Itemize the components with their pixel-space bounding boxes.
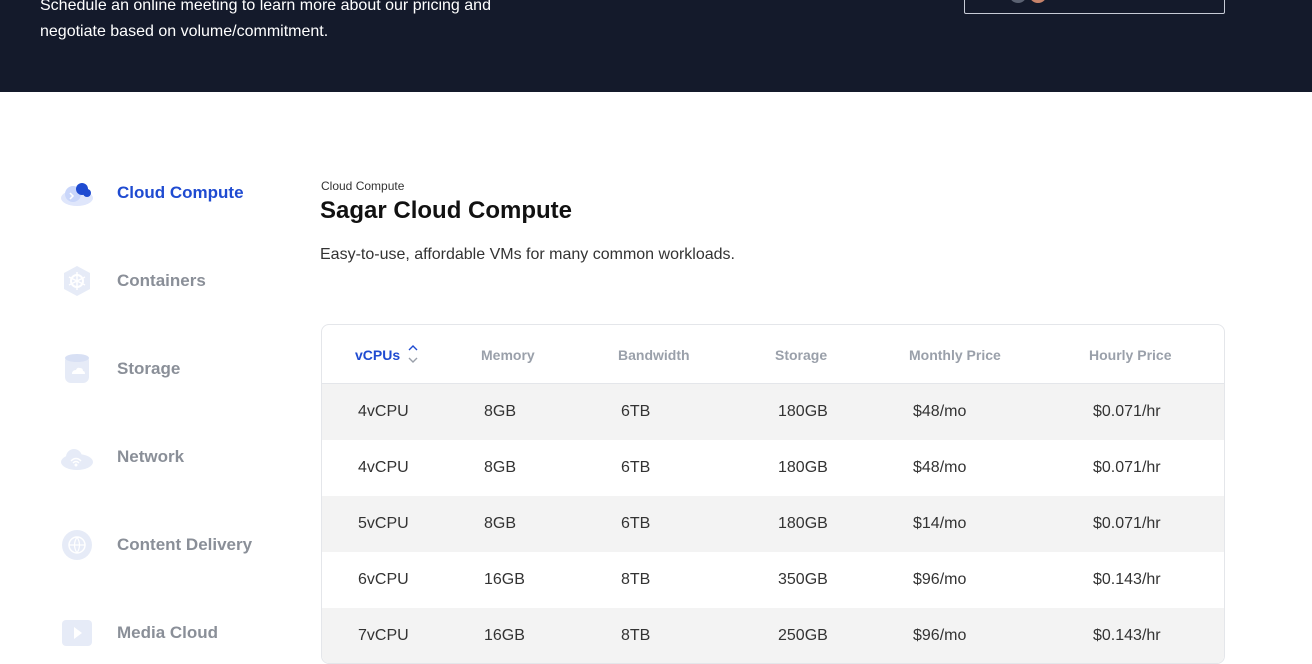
cell-storage: 350GB: [778, 571, 828, 588]
column-header-label: vCPUs: [355, 347, 401, 363]
cell-monthly-price: $96/mo: [913, 571, 967, 588]
sidebar-item-network[interactable]: Network: [60, 439, 290, 475]
avatar: [1007, 0, 1029, 5]
cell-memory: 16GB: [484, 627, 525, 644]
page-title: Sagar Cloud Compute: [320, 197, 573, 224]
banner-text-line-1: Schedule an online meeting to learn more…: [40, 0, 491, 14]
cloud-compute-icon: [60, 176, 94, 210]
cell-storage: 250GB: [778, 627, 828, 644]
table-row[interactable]: 5vCPU 8GB 6TB 180GB $14/mo $0.071/hr: [322, 496, 1224, 552]
cell-bandwidth: 6TB: [621, 403, 651, 420]
sidebar-item-content-delivery[interactable]: Content Delivery: [60, 527, 290, 563]
cell-storage: 180GB: [778, 515, 828, 532]
sidebar-item-media-cloud[interactable]: Media Cloud: [60, 615, 290, 651]
cell-monthly-price: $14/mo: [913, 515, 967, 532]
table-row[interactable]: 6vCPU 16GB 8TB 350GB $96/mo $0.143/hr: [322, 552, 1224, 608]
cell-bandwidth: 8TB: [621, 627, 651, 644]
storage-icon: [60, 352, 94, 386]
cell-vcpus: 5vCPU: [358, 515, 409, 532]
sidebar-item-label: Content Delivery: [117, 535, 253, 554]
cell-bandwidth: 8TB: [621, 571, 651, 588]
cell-hourly-price: $0.143/hr: [1093, 627, 1161, 644]
column-header-vcpus[interactable]: vCPUs: [355, 347, 400, 363]
cell-hourly-price: $0.071/hr: [1093, 459, 1161, 476]
avatar: [1027, 0, 1049, 5]
pricing-table: vCPUs Memory Bandwidth Storage Monthly P…: [321, 324, 1225, 664]
table-row[interactable]: 4vCPU 8GB 6TB 180GB $48/mo $0.071/hr: [322, 384, 1224, 440]
cell-monthly-price: $48/mo: [913, 403, 967, 420]
cell-vcpus: 4vCPU: [358, 403, 409, 420]
table-row[interactable]: 4vCPU 8GB 6TB 180GB $48/mo $0.071/hr: [322, 440, 1224, 496]
media-cloud-icon: [60, 616, 94, 650]
sidebar-item-containers[interactable]: Containers: [60, 263, 290, 299]
cell-hourly-price: $0.071/hr: [1093, 403, 1161, 420]
cell-bandwidth: 6TB: [621, 515, 651, 532]
column-header-monthly-price[interactable]: Monthly Price: [909, 347, 1001, 363]
column-header-hourly-price[interactable]: Hourly Price: [1089, 347, 1171, 363]
sidebar-item-cloud-compute[interactable]: Cloud Compute: [60, 175, 290, 211]
sidebar-item-label: Media Cloud: [117, 623, 219, 642]
sidebar-item-label: Containers: [117, 271, 206, 290]
cell-monthly-price: $48/mo: [913, 459, 967, 476]
cell-vcpus: 4vCPU: [358, 459, 409, 476]
cell-bandwidth: 6TB: [621, 459, 651, 476]
sidebar-item-label: Storage: [117, 359, 181, 378]
sidebar-item-label: Network: [117, 447, 185, 466]
table-row[interactable]: 7vCPU 16GB 8TB 250GB $96/mo $0.143/hr: [322, 608, 1224, 663]
banner-text-line-2: negotiate based on volume/commitment.: [40, 23, 329, 40]
content-delivery-icon: [60, 528, 94, 562]
sidebar-item-storage[interactable]: Storage: [60, 351, 290, 387]
cell-memory: 8GB: [484, 459, 517, 476]
cell-memory: 16GB: [484, 571, 525, 588]
cell-storage: 180GB: [778, 459, 828, 476]
pricing-banner: Schedule an online meeting to learn more…: [0, 0, 1312, 92]
sort-icon[interactable]: [408, 344, 418, 369]
cell-vcpus: 6vCPU: [358, 571, 409, 588]
breadcrumb: Cloud Compute: [321, 179, 405, 193]
column-header-memory[interactable]: Memory: [481, 347, 535, 363]
cell-hourly-price: $0.071/hr: [1093, 515, 1161, 532]
containers-icon: [60, 264, 94, 298]
cell-monthly-price: $96/mo: [913, 627, 967, 644]
banner-text: Schedule an online meeting to learn more…: [40, 0, 560, 45]
sidebar-item-label: Cloud Compute: [117, 183, 244, 202]
cell-vcpus: 7vCPU: [358, 627, 409, 644]
column-header-bandwidth[interactable]: Bandwidth: [618, 347, 690, 363]
cell-hourly-price: $0.143/hr: [1093, 571, 1161, 588]
page-description: Easy-to-use, affordable VMs for many com…: [320, 246, 735, 263]
column-header-storage[interactable]: Storage: [775, 347, 827, 363]
network-icon: [60, 440, 94, 474]
cell-memory: 8GB: [484, 515, 517, 532]
cell-storage: 180GB: [778, 403, 828, 420]
schedule-meeting-button[interactable]: [964, 0, 1225, 14]
cell-memory: 8GB: [484, 403, 517, 420]
table-header: vCPUs Memory Bandwidth Storage Monthly P…: [322, 325, 1224, 384]
